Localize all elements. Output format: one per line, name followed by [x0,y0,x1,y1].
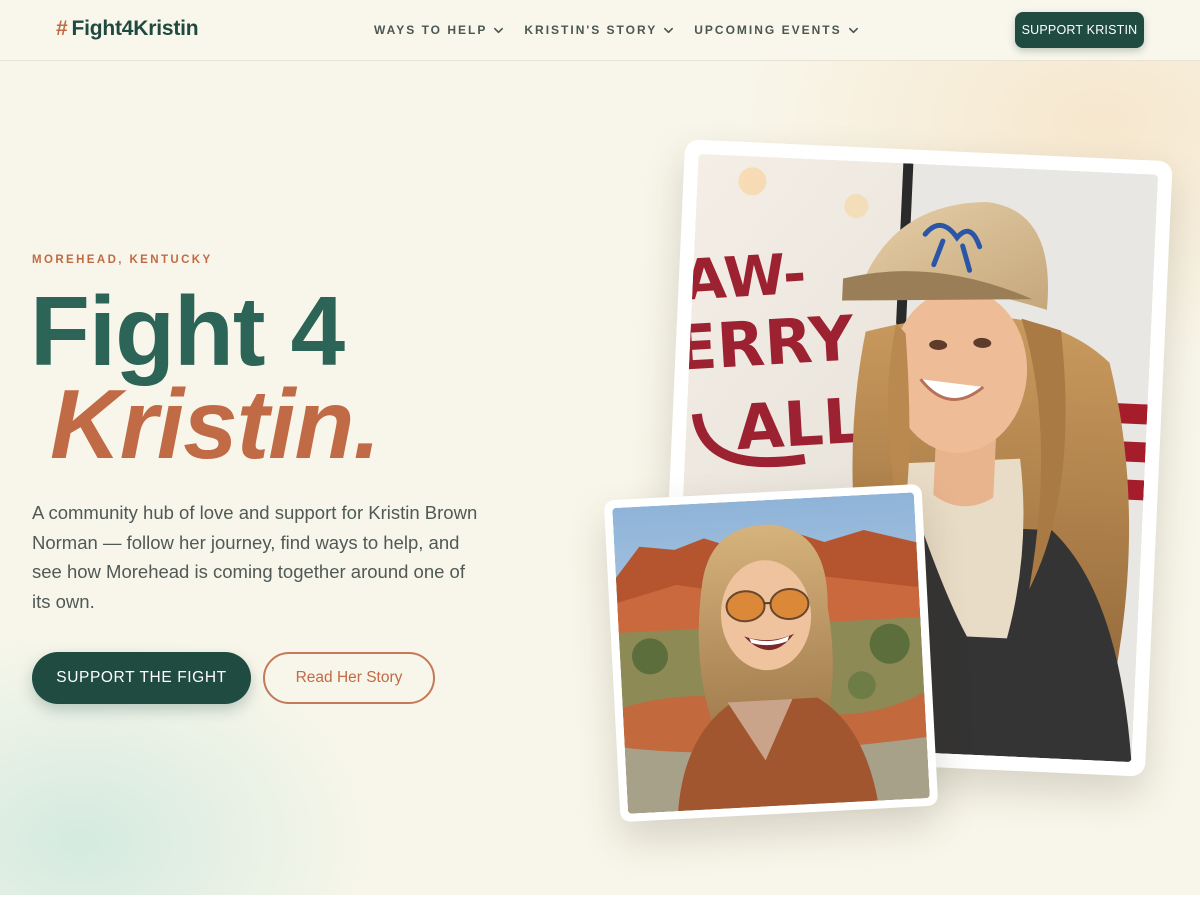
read-her-story-button[interactable]: Read Her Story [263,652,435,704]
hero-eyebrow: MOREHEAD, KENTUCKY [32,254,213,266]
site-logo[interactable]: # Fight4Kristin [56,17,199,41]
nav-ways-to-help-label: WAYS TO HELP [374,23,488,37]
kristin-desert-image [612,492,930,814]
logo-text: Fight4Kristin [71,17,199,40]
section-divider [0,895,1200,900]
site-header: # Fight4Kristin WAYS TO HELP KRISTIN'S ST… [0,0,1200,61]
nav-kristins-story[interactable]: KRISTIN'S STORY [524,23,674,37]
support-kristin-button[interactable]: SUPPORT KRISTIN [1015,12,1144,48]
main-nav: WAYS TO HELP KRISTIN'S STORY UPCOMING EV… [374,23,859,37]
chevron-down-icon [848,27,858,33]
svg-text:ERRY: ERRY [673,301,857,385]
hero-lead: A community hub of love and support for … [32,502,478,612]
nav-upcoming-events[interactable]: UPCOMING EVENTS [694,23,858,37]
chevron-down-icon [494,27,504,33]
nav-upcoming-events-label: UPCOMING EVENTS [694,23,842,37]
logo-hash: # [56,17,68,40]
sign-text: AW- [681,242,808,314]
nav-ways-to-help[interactable]: WAYS TO HELP [374,23,504,37]
nav-kristins-story-label: KRISTIN'S STORY [524,23,658,37]
hero-title-line2: Kristin. [50,369,381,479]
hero-title-line1: Fight 4 [30,276,345,386]
support-the-fight-button[interactable]: SUPPORT THE FIGHT [32,652,251,704]
kristin-photo-desert [603,483,939,823]
chevron-down-icon [664,27,674,33]
